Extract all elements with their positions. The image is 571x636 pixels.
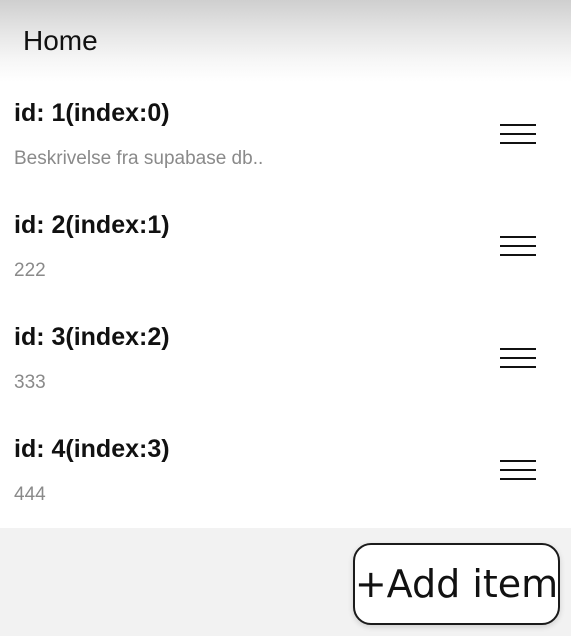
- drag-handle-icon[interactable]: [500, 348, 536, 370]
- list-item[interactable]: id: 4(index:3) 444: [0, 418, 571, 530]
- list-item-title: id: 4(index:3): [14, 435, 170, 463]
- page-title: Home: [23, 25, 98, 56]
- list-item-description: 222: [14, 260, 46, 281]
- item-list: id: 1(index:0) Beskrivelse fra supabase …: [0, 82, 571, 528]
- drag-handle-icon[interactable]: [500, 460, 536, 482]
- list-item-title: id: 2(index:1): [14, 211, 170, 239]
- drag-handle-icon[interactable]: [500, 124, 536, 146]
- add-item-button[interactable]: +Add item: [353, 543, 560, 625]
- drag-handle-icon[interactable]: [500, 236, 536, 258]
- list-item-description: Beskrivelse fra supabase db..: [14, 148, 264, 169]
- list-item-title: id: 1(index:0): [14, 99, 170, 127]
- list-item-description: 333: [14, 372, 46, 393]
- list-item[interactable]: id: 1(index:0) Beskrivelse fra supabase …: [0, 82, 571, 194]
- app-header: Home: [0, 0, 571, 82]
- list-item[interactable]: id: 3(index:2) 333: [0, 306, 571, 418]
- list-item-title: id: 3(index:2): [14, 323, 170, 351]
- list-item-description: 444: [14, 484, 46, 505]
- list-item[interactable]: id: 2(index:1) 222: [0, 194, 571, 306]
